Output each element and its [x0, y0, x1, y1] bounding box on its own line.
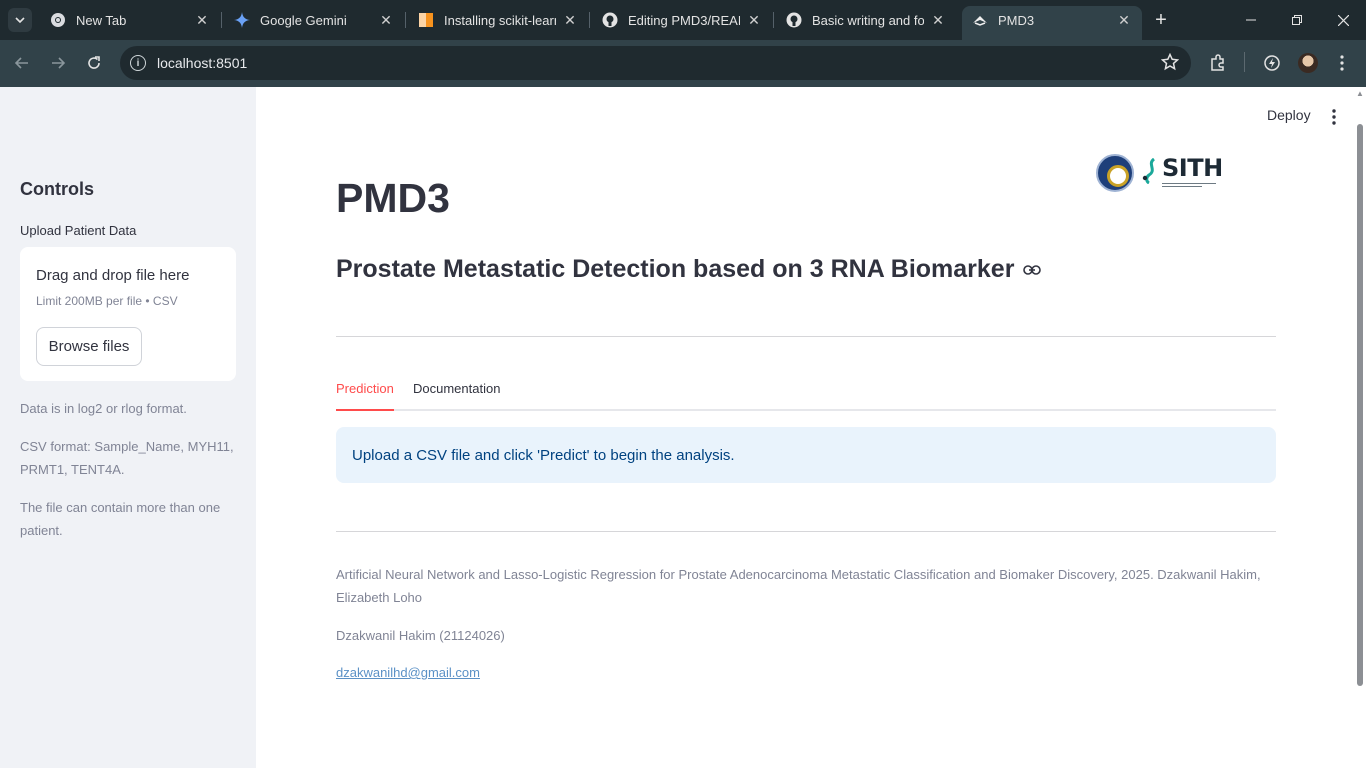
divider: [336, 531, 1276, 532]
github-icon: [602, 12, 618, 28]
scikit-learn-icon: [418, 12, 434, 28]
tab-label: Google Gemini: [260, 12, 347, 28]
close-window-icon[interactable]: [1320, 0, 1366, 40]
performance-icon[interactable]: [1260, 51, 1284, 75]
reload-icon[interactable]: [82, 51, 106, 75]
new-tab-plus-icon[interactable]: +: [1150, 9, 1172, 31]
site-info-icon[interactable]: i: [130, 55, 146, 71]
university-seal-logo: [1096, 154, 1134, 192]
sith-tagline-mark: [1162, 183, 1216, 187]
sidebar-title: Controls: [20, 179, 94, 199]
dropzone-title: Drag and drop file here: [36, 267, 190, 284]
tab-prediction[interactable]: Prediction: [336, 381, 394, 411]
tab-divider: [589, 12, 590, 28]
app-menu-kebab-icon[interactable]: [1322, 105, 1346, 129]
sidebar-note-patients: The file can contain more than one patie…: [20, 500, 221, 538]
tab-divider: [221, 12, 222, 28]
browser-tab-pmd3[interactable]: PMD3 ✕: [962, 6, 1142, 40]
browser-tab-new-tab[interactable]: New Tab ✕: [40, 6, 220, 34]
tab-label: New Tab: [76, 12, 127, 28]
tab-label: Installing scikit-learn —: [444, 12, 556, 28]
tab-label: Basic writing and form: [812, 12, 924, 28]
sidebar: Controls Upload Patient Data Drag and dr…: [0, 87, 256, 768]
info-message: Upload a CSV file and click 'Predict' to…: [352, 446, 735, 464]
citation-text: Artificial Neural Network and Lasso-Logi…: [336, 567, 1261, 605]
browser-tab-gemini[interactable]: Google Gemini ✕: [224, 6, 404, 34]
address-bar[interactable]: i localhost:8501: [120, 46, 1191, 80]
sith-mark-icon: [1142, 158, 1156, 184]
tab-search-chevron-icon[interactable]: [8, 8, 32, 32]
restore-icon[interactable]: [1274, 0, 1320, 40]
close-icon[interactable]: ✕: [746, 12, 762, 28]
tab-divider: [405, 12, 406, 28]
back-arrow-icon[interactable]: [10, 51, 34, 75]
close-icon[interactable]: ✕: [930, 12, 946, 28]
divider: [336, 336, 1276, 337]
content-tabs: Prediction Documentation: [336, 369, 1276, 411]
minimize-icon[interactable]: [1228, 0, 1274, 40]
sith-logo-text: SITH: [1162, 154, 1223, 182]
info-alert: Upload a CSV file and click 'Predict' to…: [336, 427, 1276, 483]
gemini-icon: [234, 12, 250, 28]
close-icon[interactable]: ✕: [378, 12, 394, 28]
profile-avatar[interactable]: [1298, 53, 1318, 73]
toolbar-divider: [1244, 52, 1245, 72]
url-text[interactable]: localhost:8501: [157, 55, 247, 71]
dropzone-limit: Limit 200MB per file • CSV: [36, 294, 178, 308]
browser-tab-scikit-learn[interactable]: Installing scikit-learn — ✕: [408, 6, 588, 34]
page-title: PMD3: [336, 175, 450, 221]
author-text: Dzakwanil Hakim (21124026): [336, 628, 505, 643]
tab-label: PMD3: [998, 12, 1035, 28]
sidebar-note-csv: CSV format: Sample_Name, MYH11, PRMT1, T…: [20, 439, 234, 477]
subtitle-text: Prostate Metastatic Detection based on 3…: [336, 255, 1015, 283]
forward-arrow-icon[interactable]: [46, 51, 70, 75]
file-dropzone[interactable]: Drag and drop file here Limit 200MB per …: [20, 247, 236, 381]
close-icon[interactable]: ✕: [562, 12, 578, 28]
extensions-puzzle-icon[interactable]: [1206, 51, 1230, 75]
sidebar-note-format: Data is in log2 or rlog format.: [20, 401, 187, 416]
tab-label: Editing PMD3/READM: [628, 12, 740, 28]
bookmark-star-icon[interactable]: [1160, 52, 1180, 76]
close-icon[interactable]: ✕: [1116, 12, 1132, 28]
github-icon: [786, 12, 802, 28]
anchor-link-icon[interactable]: [1022, 260, 1042, 280]
browser-tab-basic-writing[interactable]: Basic writing and form ✕: [776, 6, 956, 34]
streamlit-icon: [972, 12, 988, 28]
scroll-up-arrow-icon[interactable]: ▲: [1356, 89, 1365, 98]
upload-label: Upload Patient Data: [20, 223, 137, 238]
deploy-button[interactable]: Deploy: [1267, 107, 1311, 123]
browser-tab-bar: New Tab ✕ Google Gemini ✕ Installing sci…: [0, 0, 1366, 40]
tab-divider: [773, 12, 774, 28]
main-content: Deploy SITH PMD3 Prostate Metastatic Det…: [256, 87, 1366, 768]
email-link[interactable]: dzakwanilhd@gmail.com: [336, 665, 480, 680]
page-scrollbar[interactable]: [1357, 124, 1363, 686]
chrome-icon: [50, 12, 66, 28]
chrome-menu-kebab-icon[interactable]: [1330, 51, 1354, 75]
browse-files-button[interactable]: Browse files: [36, 327, 142, 366]
institution-logos: SITH: [1096, 154, 1223, 194]
browser-toolbar: i localhost:8501: [0, 40, 1366, 87]
page-subtitle: Prostate Metastatic Detection based on 3…: [336, 255, 1042, 284]
browser-tab-editing-readme[interactable]: Editing PMD3/READM ✕: [592, 6, 772, 34]
tab-documentation[interactable]: Documentation: [413, 381, 500, 411]
close-icon[interactable]: ✕: [194, 12, 210, 28]
